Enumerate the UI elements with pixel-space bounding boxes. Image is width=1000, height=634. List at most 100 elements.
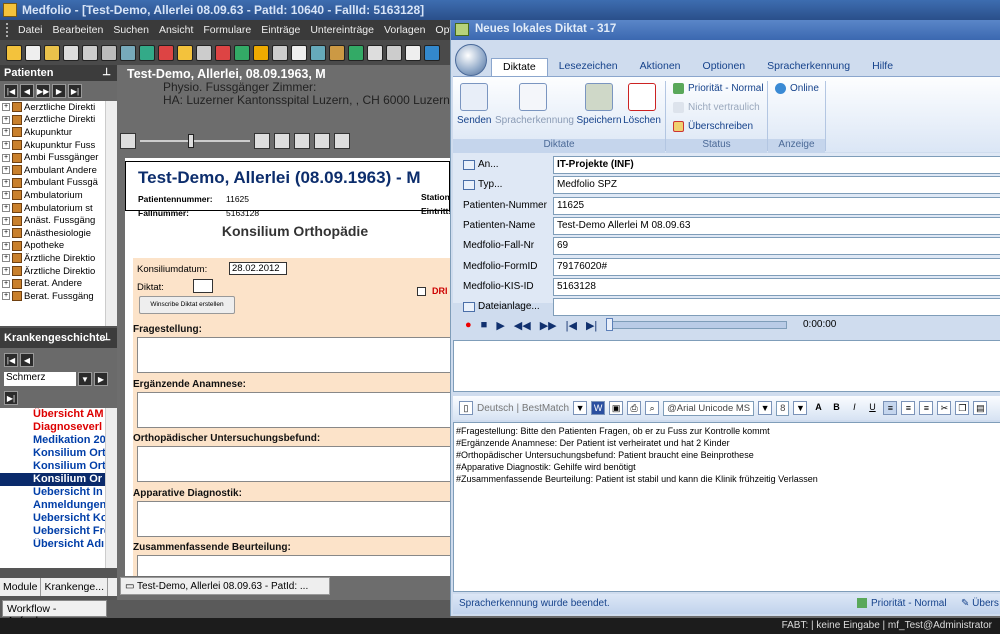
dropdown-icon[interactable]: ▼ bbox=[78, 372, 92, 386]
patient-list-item[interactable]: + Berat. Andere bbox=[0, 277, 117, 290]
patient-list-item[interactable]: + Ärztliche Direktio bbox=[0, 252, 117, 265]
section-textbox[interactable] bbox=[137, 500, 450, 537]
section-textbox[interactable] bbox=[137, 337, 450, 373]
two-page-icon[interactable] bbox=[314, 133, 330, 149]
patient-list-item[interactable]: + Anäst. Fussgäng bbox=[0, 214, 117, 227]
first-icon[interactable]: |◀ bbox=[4, 353, 18, 367]
toolbar-button-icon[interactable] bbox=[158, 44, 174, 61]
toolbar-button-icon[interactable] bbox=[329, 44, 345, 61]
page-view-icon[interactable] bbox=[294, 133, 310, 149]
save-icon[interactable]: ▣ bbox=[609, 401, 624, 415]
history-item[interactable]: Konsilium Or bbox=[0, 473, 117, 486]
expand-icon[interactable]: + bbox=[2, 191, 10, 200]
italic-icon[interactable]: I bbox=[847, 401, 861, 415]
field-value[interactable]: 5163128 bbox=[553, 277, 1000, 296]
field-value[interactable]: Test-Demo Allerlei M 08.09.63 bbox=[553, 216, 1000, 235]
ribbon-tab[interactable]: Hilfe bbox=[861, 58, 904, 76]
toolbar-button-icon[interactable] bbox=[405, 44, 421, 61]
toolbar-button-icon[interactable] bbox=[63, 44, 79, 61]
play-icon[interactable]: ▶ bbox=[496, 319, 504, 332]
patient-list-item[interactable]: + Ambulatorium bbox=[0, 189, 117, 202]
history-item[interactable]: Uebersicht Ko bbox=[0, 512, 117, 525]
align-center-icon[interactable]: ≡ bbox=[901, 401, 916, 415]
dropdown-icon[interactable]: ▼ bbox=[573, 401, 588, 415]
copy-icon[interactable]: ❐ bbox=[955, 401, 970, 415]
expand-icon[interactable]: + bbox=[2, 241, 10, 250]
expand-icon[interactable]: + bbox=[2, 292, 10, 301]
send-button[interactable]: Senden bbox=[457, 83, 491, 126]
toolbar-button-icon[interactable] bbox=[272, 44, 288, 61]
delete-button[interactable]: Löschen bbox=[623, 83, 661, 126]
toolbar-button-icon[interactable] bbox=[44, 44, 60, 61]
priority-button[interactable]: Priorität - Normal bbox=[673, 83, 764, 94]
history-item[interactable]: Übersicht Adı bbox=[0, 538, 117, 551]
toolbar-button-icon[interactable] bbox=[101, 44, 117, 61]
next-icon[interactable]: ▶ bbox=[52, 84, 66, 98]
dictation-text-editor[interactable]: #Fragestellung: Bitte den Patienten Frag… bbox=[453, 422, 1000, 592]
expand-icon[interactable]: + bbox=[2, 229, 10, 238]
toolbar-button-icon[interactable] bbox=[25, 44, 41, 61]
app-orb-button[interactable] bbox=[455, 44, 487, 76]
field-value[interactable]: 11625 bbox=[553, 196, 1000, 215]
pin-icon[interactable]: ⊥ bbox=[102, 67, 111, 78]
first-icon[interactable]: |◀ bbox=[4, 84, 18, 98]
overwrite-button[interactable]: Überschreiben bbox=[673, 121, 753, 132]
history-item[interactable]: Uebersicht In bbox=[0, 486, 117, 499]
zoom-out-icon[interactable] bbox=[120, 133, 136, 149]
toolbar-button-icon[interactable] bbox=[139, 44, 155, 61]
expand-icon[interactable]: + bbox=[2, 153, 10, 162]
toolbar-button-icon[interactable] bbox=[120, 44, 136, 61]
paste-icon[interactable]: ▤ bbox=[973, 401, 988, 415]
patient-list-item[interactable]: + Berat. Fussgäng bbox=[0, 290, 117, 303]
pin-icon[interactable]: ⊥ bbox=[102, 332, 111, 343]
expand-icon[interactable]: + bbox=[2, 128, 10, 137]
section-textbox[interactable] bbox=[137, 446, 450, 482]
expand-icon[interactable]: + bbox=[2, 178, 10, 187]
dropdown-icon[interactable]: ▼ bbox=[793, 401, 808, 415]
expand-icon[interactable]: + bbox=[2, 166, 10, 175]
cut-icon[interactable]: ✂ bbox=[937, 401, 952, 415]
language-combo[interactable]: Deutsch | BestMatch bbox=[477, 403, 569, 414]
patient-list-item[interactable]: + Aerztliche Direkti bbox=[0, 101, 117, 114]
multi-page-icon[interactable] bbox=[334, 133, 350, 149]
menu-item[interactable]: Bearbeiten bbox=[53, 24, 104, 36]
address-book-icon[interactable] bbox=[463, 159, 475, 170]
patient-list-item[interactable]: + Akupunktur bbox=[0, 126, 117, 139]
toolbar-button-icon[interactable] bbox=[310, 44, 326, 61]
expand-icon[interactable]: + bbox=[2, 141, 10, 150]
dri-checkbox[interactable] bbox=[417, 287, 426, 296]
toolbar-button-icon[interactable] bbox=[253, 44, 269, 61]
save-button[interactable]: Speichern bbox=[575, 83, 623, 126]
history-item[interactable]: Uebersicht Fre bbox=[0, 525, 117, 538]
patient-list-scrollbar[interactable] bbox=[105, 101, 117, 326]
toolbar-button-icon[interactable] bbox=[386, 44, 402, 61]
left-tab[interactable]: Krankenge... bbox=[41, 578, 108, 596]
patient-list-item[interactable]: + Ärztliche Direktio bbox=[0, 265, 117, 278]
toolbar-button-icon[interactable] bbox=[215, 44, 231, 61]
fast-forward-icon[interactable]: ▶▶ bbox=[540, 319, 557, 332]
prev-icon[interactable]: ◀ bbox=[20, 353, 34, 367]
ribbon-tab[interactable]: Optionen bbox=[692, 58, 757, 76]
address-book-icon[interactable] bbox=[463, 179, 475, 190]
font-combo[interactable]: @Arial Unicode MS bbox=[663, 400, 755, 416]
toolbar-button-icon[interactable] bbox=[367, 44, 383, 61]
nav-next-page-icon[interactable]: ▶▶ bbox=[36, 84, 50, 98]
last-icon[interactable]: ▶| bbox=[68, 84, 82, 98]
section-textbox[interactable] bbox=[137, 555, 450, 576]
expand-icon[interactable]: + bbox=[2, 267, 10, 276]
align-left-icon[interactable]: ≡ bbox=[883, 401, 898, 415]
confidential-button[interactable]: Nicht vertraulich bbox=[673, 102, 760, 113]
ribbon-tab[interactable]: Diktate bbox=[491, 58, 548, 76]
zoom-fit-icon[interactable] bbox=[274, 133, 290, 149]
history-list-scrollbar[interactable] bbox=[105, 408, 117, 568]
ribbon-tab[interactable]: Aktionen bbox=[629, 58, 692, 76]
left-tab[interactable]: Module bbox=[0, 578, 42, 596]
expand-icon[interactable]: + bbox=[2, 279, 10, 288]
dropdown-icon[interactable]: ▼ bbox=[758, 401, 773, 415]
field-value[interactable]: IT-Projekte (INF) bbox=[553, 156, 1000, 174]
workflow-tab[interactable]: Workflow - Anforderung bbox=[2, 600, 107, 627]
size-combo[interactable]: 8 bbox=[776, 400, 790, 416]
record-icon[interactable]: ● bbox=[465, 319, 472, 331]
expand-icon[interactable]: + bbox=[2, 103, 10, 112]
print-icon[interactable]: ⎙ bbox=[627, 401, 642, 415]
